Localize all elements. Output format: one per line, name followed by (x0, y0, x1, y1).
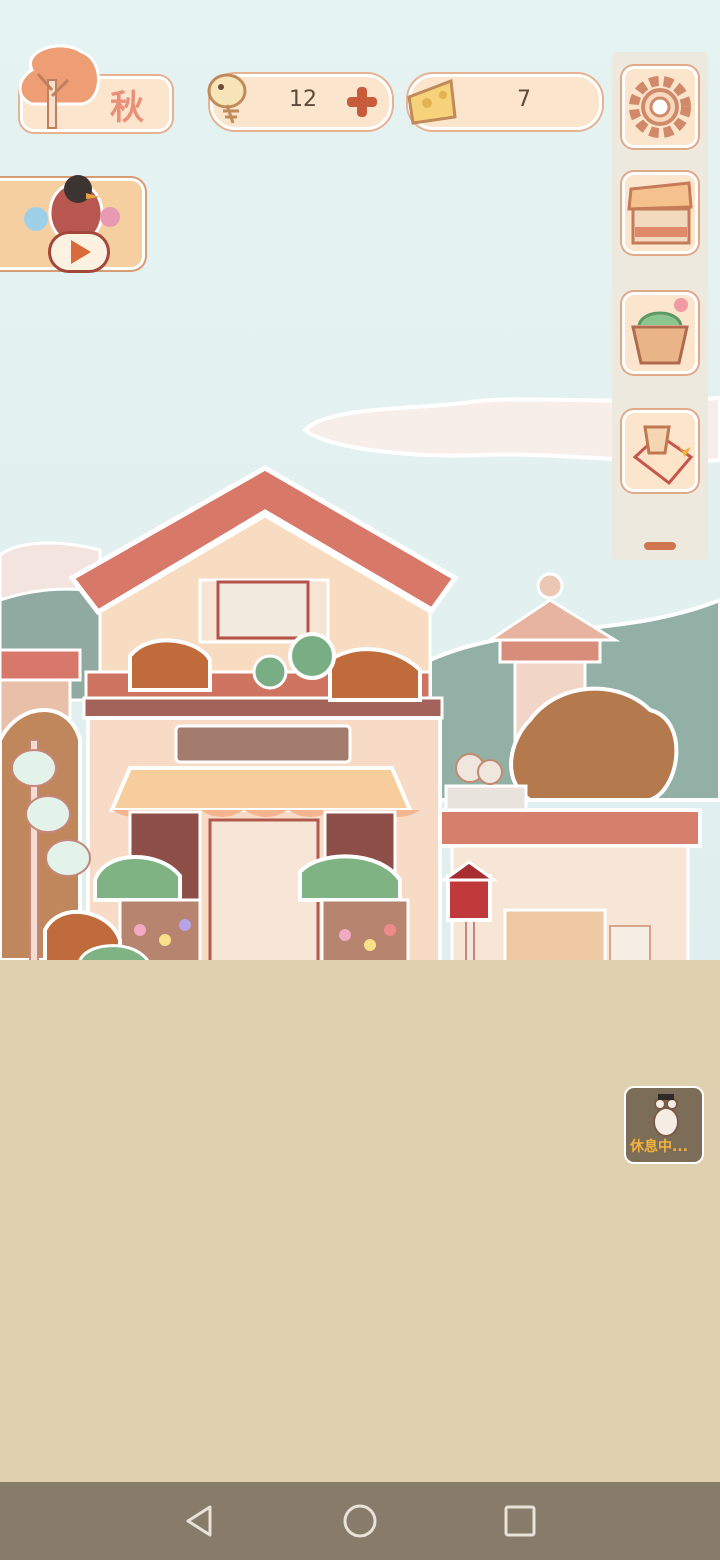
award-trophy-icon (632, 425, 694, 486)
resting-label: 休息中... (630, 1139, 688, 1155)
cheese-icon (407, 78, 457, 125)
fish-count: 12 (289, 87, 317, 112)
cheese-count: 7 (517, 87, 531, 112)
gear-icon (629, 76, 691, 138)
fishbone-icon (207, 73, 247, 124)
season-label: 秋 (110, 88, 144, 128)
shop-stall-button[interactable] (622, 172, 698, 254)
side-menu (612, 52, 708, 560)
settings-button[interactable] (622, 66, 698, 148)
flower-shop (43, 465, 459, 1014)
ground (0, 960, 720, 1482)
basket-button[interactable] (622, 292, 698, 374)
add-fish-icon[interactable] (343, 83, 381, 121)
home-icon (343, 1504, 377, 1538)
nav-home-button[interactable] (330, 1491, 390, 1551)
cheese-currency-counter: 7 (407, 74, 602, 130)
nav-recents-button[interactable] (490, 1491, 550, 1551)
awards-button[interactable] (622, 410, 698, 492)
resting-status-badge[interactable]: 休息中... (624, 1086, 704, 1164)
basket-icon (631, 298, 689, 365)
market-stall-icon (627, 181, 693, 245)
watch-video-reward[interactable] (0, 175, 145, 273)
recents-icon (504, 1505, 536, 1537)
season-badge[interactable]: 秋 (12, 40, 172, 132)
play-icon (71, 240, 91, 264)
play-video-button[interactable] (48, 231, 110, 273)
system-nav-bar (0, 1482, 720, 1560)
autumn-tree-icon (18, 44, 100, 129)
nav-back-button[interactable] (170, 1491, 230, 1551)
back-icon (186, 1505, 212, 1537)
collapse-menu-handle[interactable] (644, 542, 676, 550)
fish-currency-counter: 12 (207, 73, 392, 130)
